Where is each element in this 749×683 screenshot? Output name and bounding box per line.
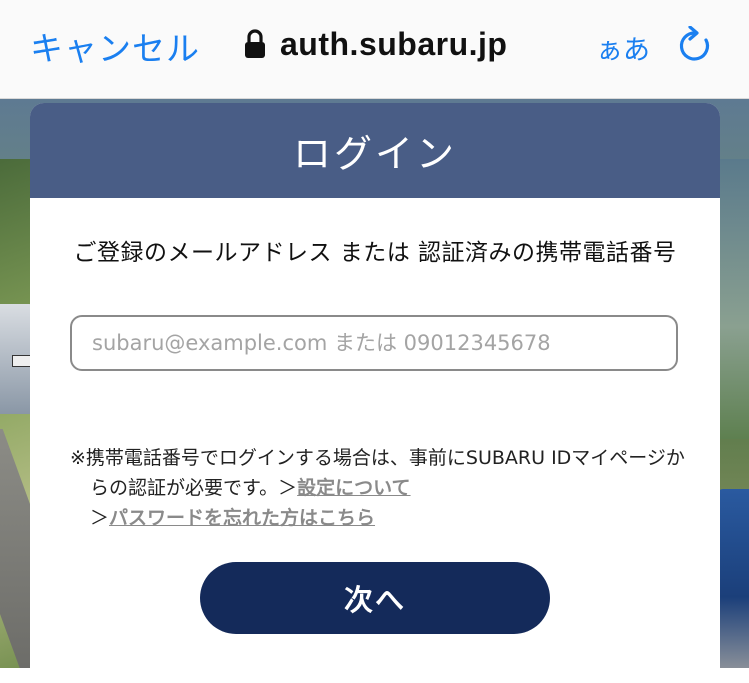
forgot-row: ＞パスワードを忘れた方はこちら	[70, 503, 690, 533]
settings-arrow: ＞	[278, 477, 298, 499]
browser-toolbar: キャンセル auth.subaru.jp ぁあ	[0, 0, 749, 99]
address-bar[interactable]: auth.subaru.jp	[244, 22, 507, 66]
sms-login-note: ※携帯電話番号でログインする場合は、事前にSUBARU IDマイページからの認証…	[70, 443, 690, 503]
cancel-button[interactable]: キャンセル	[30, 22, 200, 70]
notice-text: ※携帯電話番号でログインする場合は、事前にSUBARU IDマイページからの認証…	[70, 443, 690, 533]
email-field[interactable]	[72, 317, 676, 369]
settings-link[interactable]: 設定について	[297, 477, 410, 499]
background-car-right	[717, 489, 749, 668]
next-button[interactable]: 次へ	[200, 562, 550, 634]
url-text: auth.subaru.jp	[280, 25, 508, 62]
email-field-label: ご登録のメールアドレス または 認証済みの携帯電話番号	[73, 240, 677, 266]
login-card: ログイン ご登録のメールアドレス または 認証済みの携帯電話番号 ※携帯電話番号…	[30, 103, 720, 683]
reload-icon[interactable]	[676, 26, 714, 66]
page-title: ログイン	[292, 132, 457, 176]
lock-icon	[245, 29, 265, 58]
login-header: ログイン	[30, 103, 720, 198]
email-field-wrapper	[70, 315, 678, 371]
text-size-button[interactable]: ぁあ	[596, 28, 650, 67]
forgot-arrow: ＞	[90, 507, 110, 529]
forgot-password-link[interactable]: パスワードを忘れた方はこちら	[109, 507, 375, 529]
